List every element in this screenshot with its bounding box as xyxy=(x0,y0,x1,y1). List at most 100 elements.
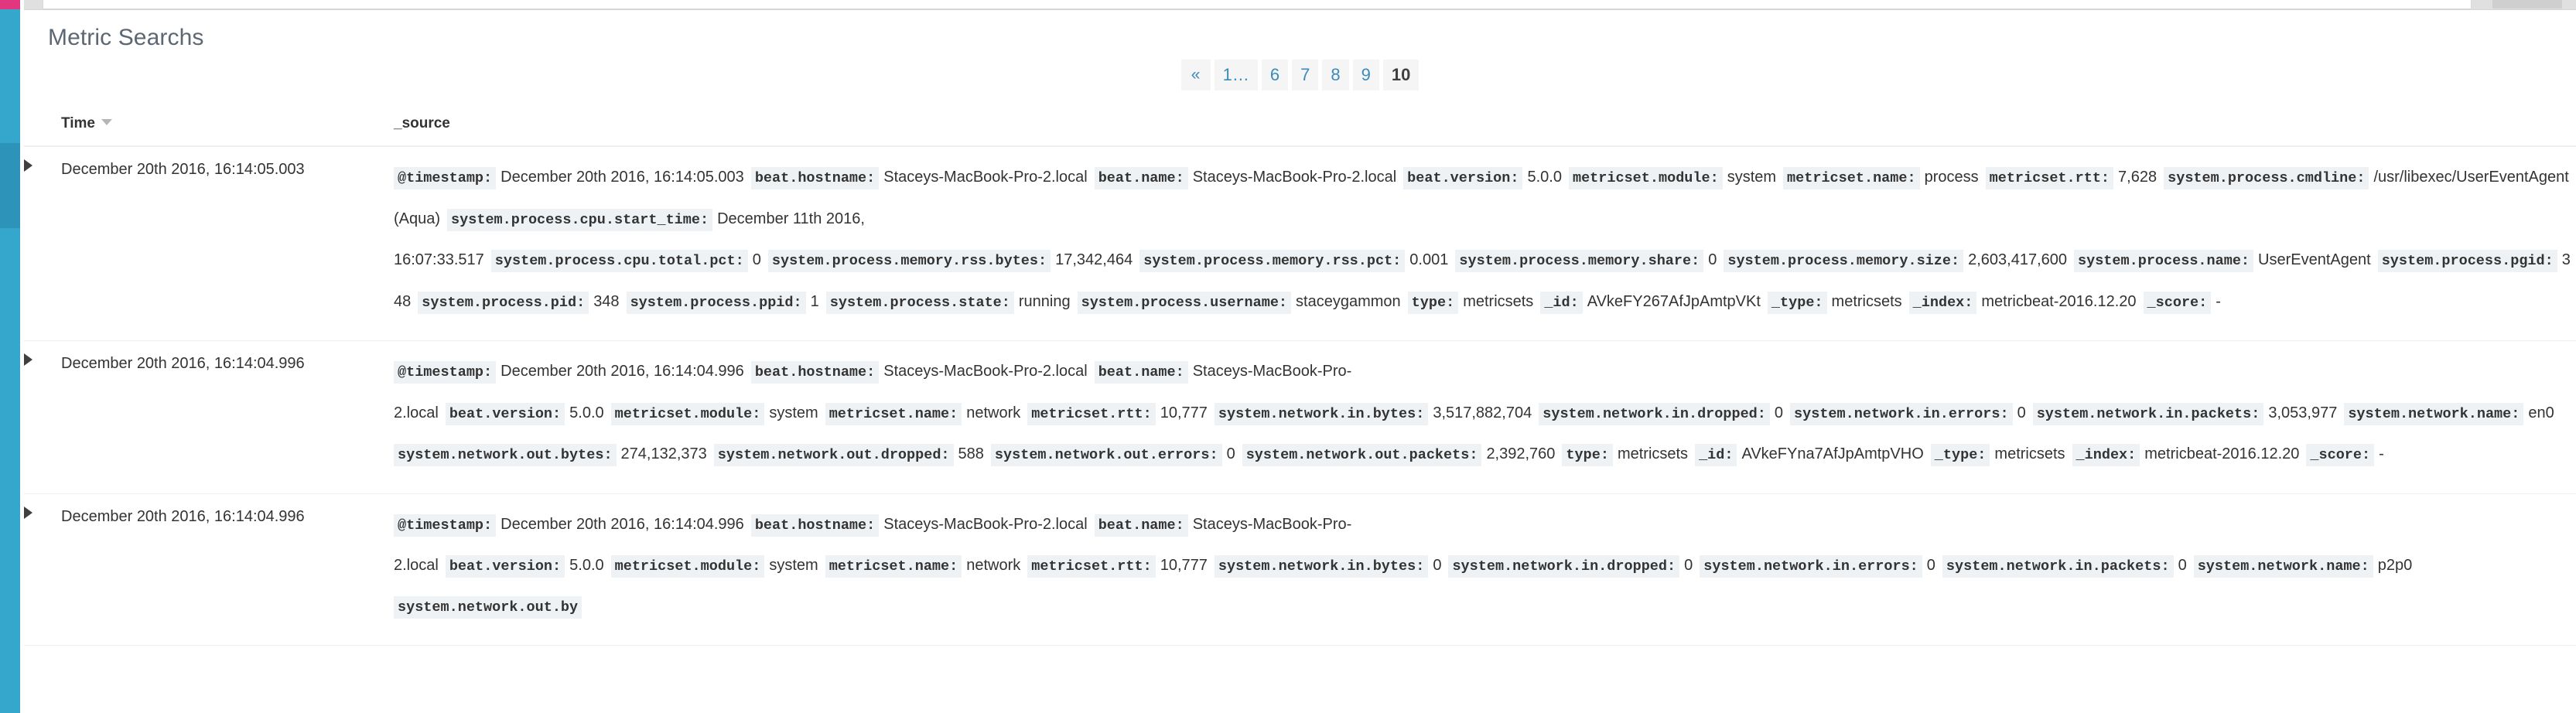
field-name: system.process.memory.rss.pct: xyxy=(1139,250,1406,272)
field-value: metricsets xyxy=(1617,445,1689,462)
window-chrome-inner xyxy=(43,0,2472,9)
field-name: @timestamp: xyxy=(394,513,497,537)
field-value: 0 xyxy=(752,251,761,268)
field-value: 10,777 xyxy=(1160,404,1208,421)
pagination-page-8-button[interactable]: 8 xyxy=(1322,60,1349,90)
column-header-source-label: _source xyxy=(394,115,450,131)
documents-table: Time _source December 20th 2016, 16:14:0… xyxy=(24,115,2576,646)
field-value: Staceys-MacBook-Pro-2.local xyxy=(883,515,1088,533)
window-chrome-right-control[interactable] xyxy=(2492,0,2562,9)
field-name: beat.hostname: xyxy=(750,361,880,384)
field-name: system.network.in.dropped: xyxy=(1448,555,1680,578)
field-value: 0 xyxy=(2017,404,2026,421)
field-name: system.process.memory.size: xyxy=(1724,250,1964,272)
field-value: 2,603,417,600 xyxy=(1968,251,2067,268)
pagination-page-7-button[interactable]: 7 xyxy=(1292,60,1319,90)
field-value: 2,392,760 xyxy=(1486,445,1556,462)
field-value: system xyxy=(769,557,818,574)
nav-rail-accent-strip xyxy=(0,0,20,9)
field-value: Staceys-MacBook-Pro-2.local xyxy=(883,363,1088,380)
expand-cell[interactable] xyxy=(24,493,61,646)
field-name: system.process.username: xyxy=(1077,291,1292,314)
expand-row-icon[interactable] xyxy=(24,353,32,366)
source-document: @timestamp: December 20th 2016, 16:14:05.… xyxy=(394,159,2576,325)
field-name: system.network.out.by xyxy=(394,595,583,619)
field-name: _id: xyxy=(1695,444,1737,466)
table-row[interactable]: December 20th 2016, 16:14:05.003 @timesta… xyxy=(24,146,2576,341)
field-name: metricset.name: xyxy=(825,555,962,578)
field-value: Staceys-MacBook-Pro-2.local xyxy=(883,169,1088,186)
field-value: Staceys-MacBook-Pro-2.local xyxy=(1192,169,1397,186)
cell-time: December 20th 2016, 16:14:05.003 xyxy=(61,161,305,178)
field-name: system.process.pid: xyxy=(418,291,589,314)
nav-rail-active-item[interactable] xyxy=(0,143,20,228)
expand-cell[interactable] xyxy=(24,146,61,341)
field-value: 3,053,977 xyxy=(2268,404,2338,421)
field-value: metricsets xyxy=(1831,292,1902,310)
field-value: December 20th 2016, 16:14:05.003 xyxy=(501,169,744,186)
field-name: type: xyxy=(1407,291,1459,314)
field-value: metricbeat-2016.12.20 xyxy=(2144,445,2300,462)
field-name: _type: xyxy=(1930,444,1990,466)
pagination-prev-button[interactable]: « xyxy=(1180,60,1211,90)
field-name: metricset.module: xyxy=(610,402,765,425)
field-value: 5.0.0 xyxy=(569,404,604,421)
field-value: 0 xyxy=(1774,404,1784,421)
field-value: 3,517,882,704 xyxy=(1433,404,1532,421)
field-value: 348 xyxy=(593,292,620,310)
field-name: metricset.module: xyxy=(1568,167,1723,189)
main-content: Metric Searchs « 1… 6 7 8 9 10 Time _source xyxy=(24,10,2576,713)
field-value: AVkeFY267AfJpAmtpVKt xyxy=(1587,292,1761,310)
field-name: system.network.in.bytes: xyxy=(1214,402,1429,425)
field-value: 0 xyxy=(1708,251,1717,268)
cell-source: @timestamp: December 20th 2016, 16:14:04.… xyxy=(394,493,2576,646)
field-name: system.process.state: xyxy=(825,291,1014,314)
field-value: system xyxy=(1727,169,1777,186)
left-nav-rail[interactable] xyxy=(0,0,20,713)
field-name: _type: xyxy=(1767,291,1827,314)
pagination-page-6-button[interactable]: 6 xyxy=(1261,60,1289,90)
window-chrome-bar xyxy=(0,0,2576,10)
field-value: process xyxy=(1924,169,1979,186)
field-name: system.process.memory.rss.bytes: xyxy=(767,250,1051,272)
field-name: metricset.rtt: xyxy=(1985,167,2114,189)
field-value: December 20th 2016, 16:14:04.996 xyxy=(501,515,744,533)
field-value: 274,132,373 xyxy=(620,445,707,462)
cell-time: December 20th 2016, 16:14:04.996 xyxy=(61,507,305,525)
field-name: beat.version: xyxy=(445,555,565,578)
pagination-page-10-button[interactable]: 10 xyxy=(1382,60,1420,90)
pagination-page-9-button[interactable]: 9 xyxy=(1352,60,1379,90)
field-value: metricbeat-2016.12.20 xyxy=(1981,292,2137,310)
field-name: @timestamp: xyxy=(394,167,497,189)
table-row[interactable]: December 20th 2016, 16:14:04.996 @timesta… xyxy=(24,493,2576,646)
field-value: system xyxy=(769,404,818,421)
field-name: system.process.name: xyxy=(2074,250,2254,272)
field-name: beat.name: xyxy=(1094,167,1188,189)
field-name: system.process.pgid: xyxy=(2377,250,2557,272)
field-name: beat.version: xyxy=(1403,167,1523,189)
expand-cell[interactable] xyxy=(24,341,61,494)
expand-row-icon[interactable] xyxy=(24,506,32,519)
pagination-page-1-button[interactable]: 1… xyxy=(1214,60,1258,90)
field-name: system.network.out.bytes: xyxy=(394,444,617,466)
source-document: @timestamp: December 20th 2016, 16:14:04.… xyxy=(394,507,2576,630)
table-row[interactable]: December 20th 2016, 16:14:04.996 @timesta… xyxy=(24,341,2576,494)
expand-row-icon[interactable] xyxy=(24,159,32,172)
app-window: Metric Searchs « 1… 6 7 8 9 10 Time _source xyxy=(0,0,2576,713)
field-value: AVkeFYna7AfJpAmtpVHO xyxy=(1741,445,1924,462)
field-name: _id: xyxy=(1540,291,1583,314)
field-value: - xyxy=(2379,445,2384,462)
field-name: system.network.out.packets: xyxy=(1242,444,1482,466)
field-value: 0 xyxy=(1433,557,1442,574)
field-value: 1 xyxy=(810,292,819,310)
field-name: system.network.out.errors: xyxy=(990,444,1222,466)
field-value: 0 xyxy=(1226,445,1235,462)
field-value: metricsets xyxy=(1994,445,2065,462)
column-header-source[interactable]: _source xyxy=(394,115,2576,147)
column-header-time[interactable]: Time xyxy=(61,115,394,147)
cell-source: @timestamp: December 20th 2016, 16:14:04.… xyxy=(394,341,2576,494)
sort-desc-icon[interactable] xyxy=(101,119,113,125)
field-name: beat.hostname: xyxy=(750,167,880,189)
pagination: « 1… 6 7 8 9 10 xyxy=(24,60,2576,90)
field-name: system.network.in.packets: xyxy=(1942,555,2174,578)
